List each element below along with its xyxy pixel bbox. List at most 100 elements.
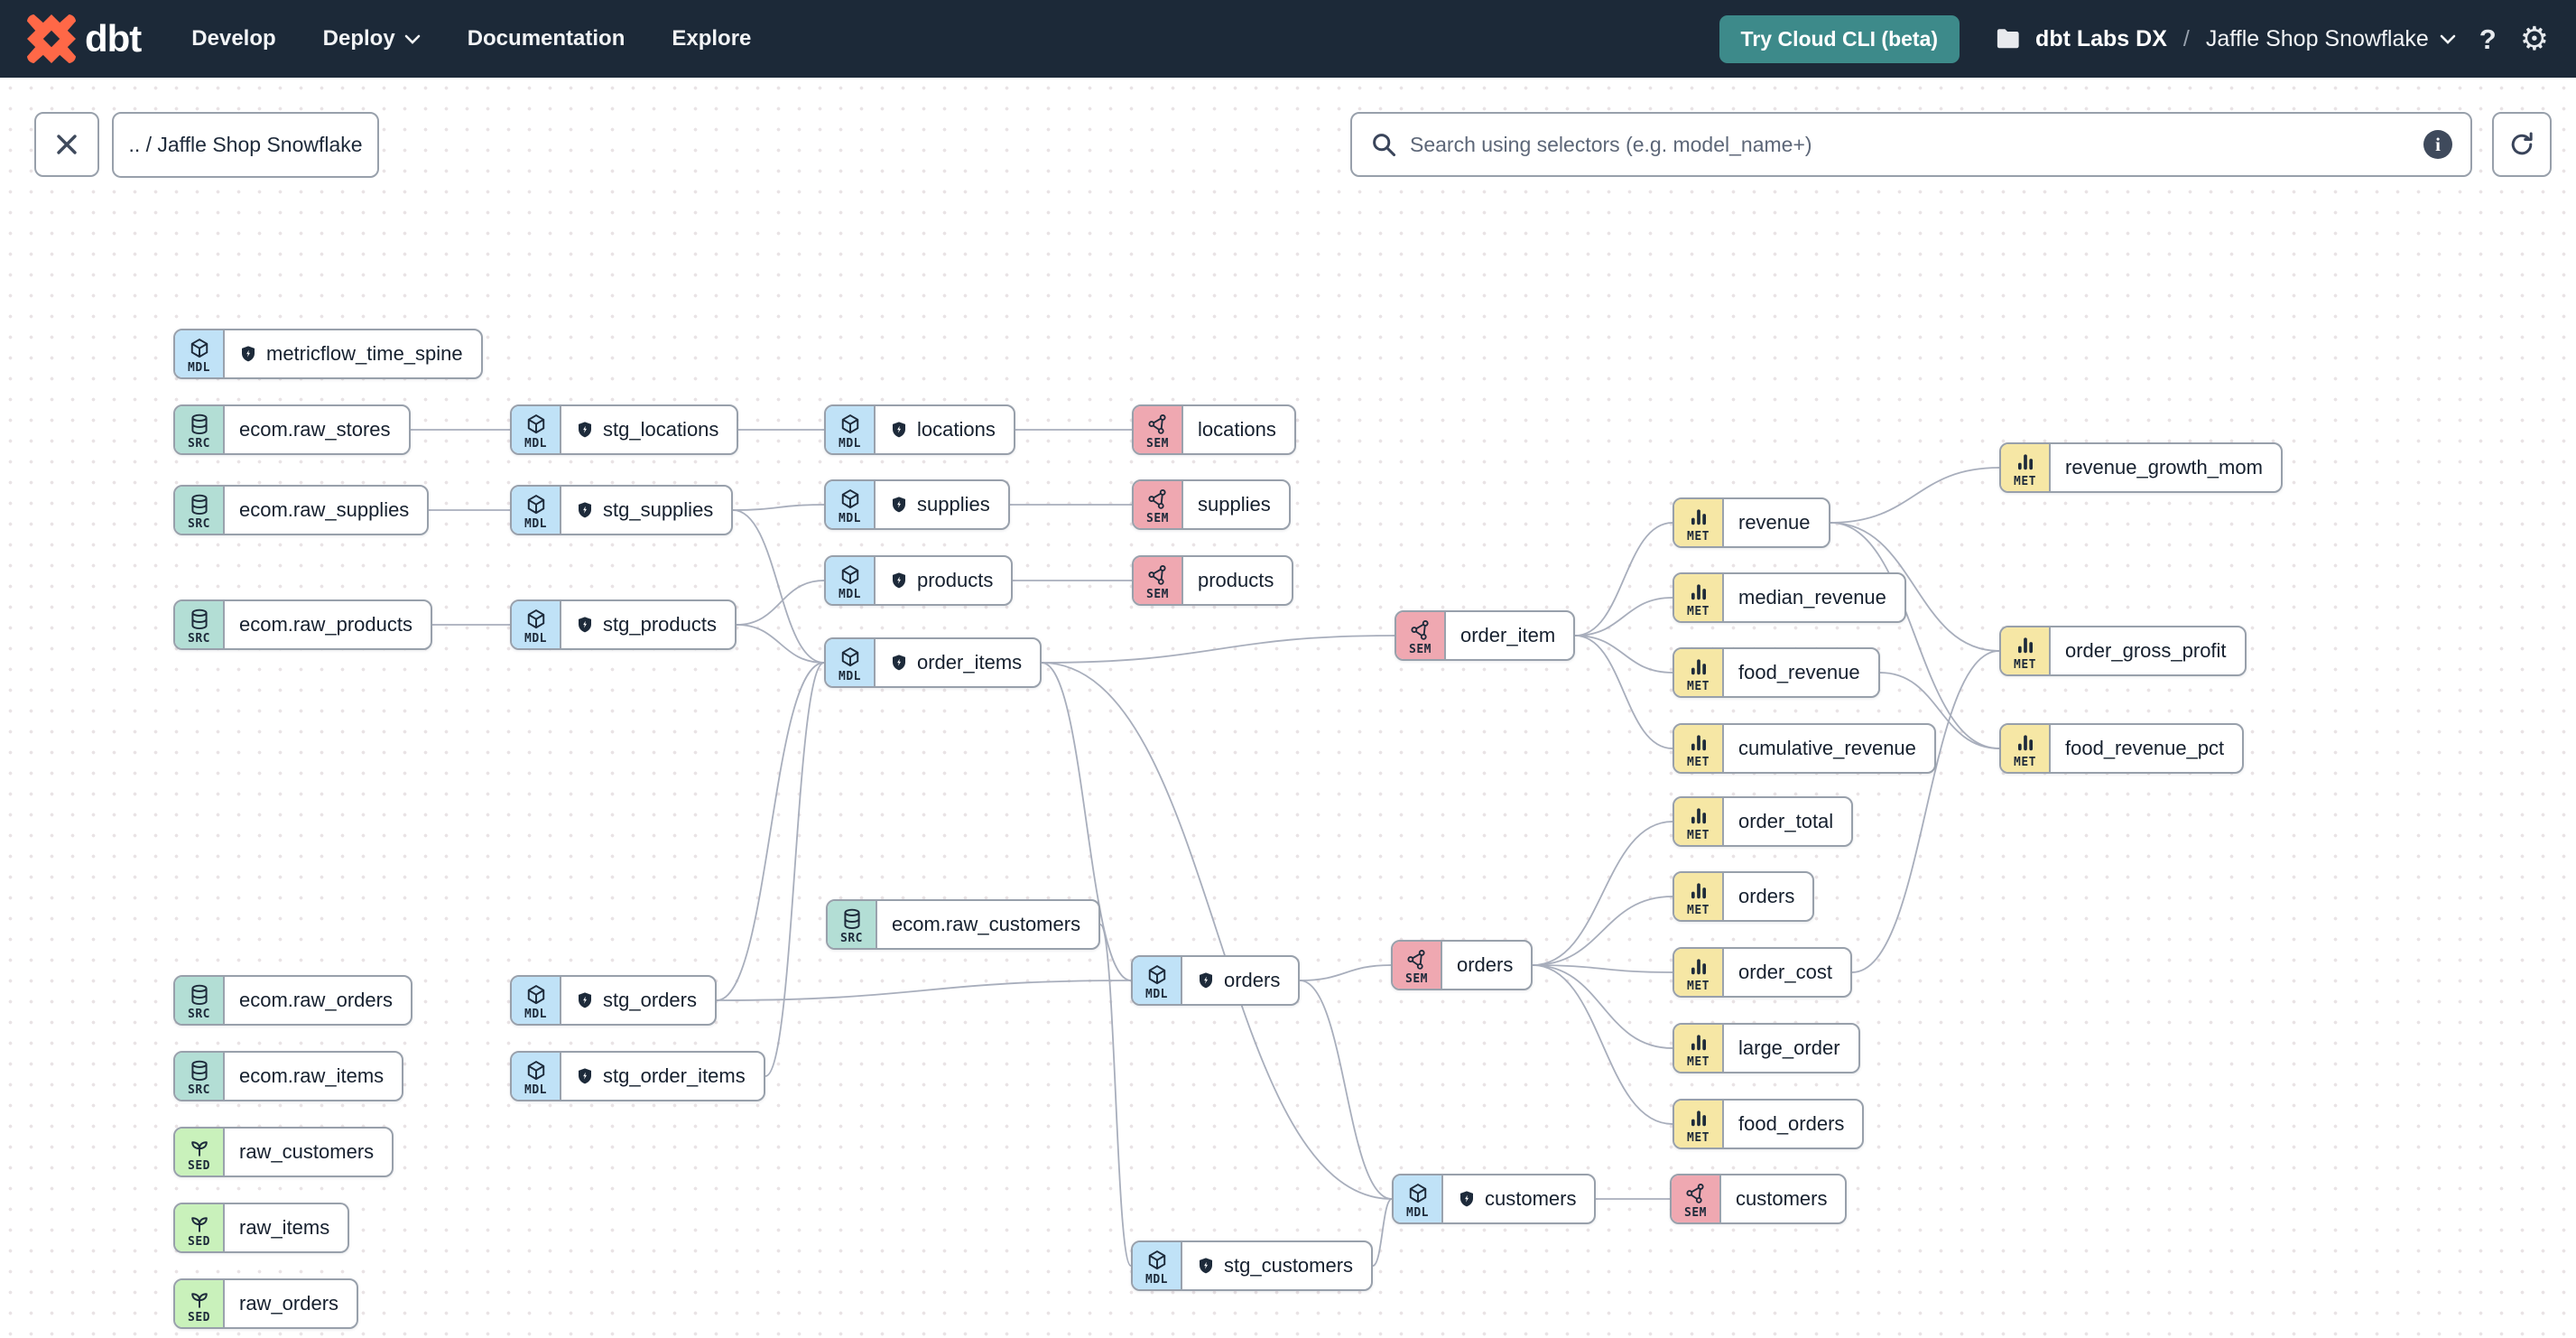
node-type-label: SRC — [188, 1082, 210, 1097]
bar-chart-icon — [1691, 508, 1706, 525]
node-median_revenue-met[interactable]: MET median_revenue — [1673, 572, 1906, 623]
node-raw_orders-sed[interactable]: SED raw_orders — [173, 1278, 359, 1329]
node-body: stg_order_items — [561, 1053, 764, 1100]
shield-icon — [242, 346, 255, 362]
node-body: orders — [1724, 873, 1812, 920]
nav-documentation[interactable]: Documentation — [468, 26, 625, 51]
node-raw_items-sed[interactable]: SED raw_items — [173, 1203, 350, 1253]
node-food_revenue_pct-met[interactable]: MET food_revenue_pct — [1999, 723, 2245, 774]
search-input[interactable] — [1410, 132, 2411, 157]
project-selector[interactable]: Jaffle Shop Snowflake — [2206, 26, 2456, 52]
node-stg_order_items-mdl[interactable]: MDL stg_order_items — [510, 1051, 765, 1101]
lineage-canvas[interactable]: MDL metricflow_time_spine SRC ecom.raw_stor… — [0, 78, 2576, 1338]
node-label: order_cost — [1738, 961, 1832, 983]
node-type-label: MDL — [188, 360, 210, 375]
node-type-label: MET — [1687, 828, 1710, 842]
database-icon — [190, 413, 208, 434]
node-type-label: SED — [188, 1158, 210, 1173]
node-revenue-met[interactable]: MET revenue — [1673, 497, 1830, 548]
account-name[interactable]: dbt Labs DX — [2035, 26, 2167, 52]
node-body: order_cost — [1724, 949, 1850, 996]
node-label: large_order — [1738, 1036, 1840, 1059]
close-button[interactable] — [34, 112, 99, 177]
node-cumulative_revenue-met[interactable]: MET cumulative_revenue — [1673, 723, 1936, 774]
circular-arrow-icon — [2511, 132, 2533, 155]
node-locations-mdl[interactable]: MDL locations — [824, 404, 1015, 455]
node-label: order_gross_profit — [2065, 639, 2227, 662]
node-type-label: MET — [2014, 657, 2036, 672]
node-type-badge: MET — [1674, 574, 1724, 621]
node-order_cost-met[interactable]: MET order_cost — [1673, 947, 1852, 998]
node-food_orders-met[interactable]: MET food_orders — [1673, 1099, 1865, 1149]
node-orders-mdl[interactable]: MDL orders — [1131, 955, 1301, 1006]
nav-develop[interactable]: Develop — [191, 26, 275, 51]
node-type-label: MDL — [524, 436, 547, 451]
node-body: stg_customers — [1182, 1242, 1371, 1289]
node-type-badge: MDL — [512, 1053, 561, 1100]
edge-met_revenue-to-met_food_revenue_pct — [1830, 522, 2000, 749]
nav-explore[interactable]: Explore — [672, 26, 751, 51]
breadcrumb[interactable]: .. / Jaffle Shop Snowflake — [112, 112, 379, 178]
node-revenue_growth_mom-met[interactable]: MET revenue_growth_mom — [1999, 442, 2283, 493]
edge-sem_orders-to-met_orders — [1532, 896, 1673, 966]
try-cloud-cli-button[interactable]: Try Cloud CLI (beta) — [1719, 14, 1960, 63]
node-type-label: MDL — [1406, 1205, 1429, 1220]
dbt-logo[interactable]: dbt — [27, 14, 142, 63]
node-order_items-mdl[interactable]: MDL order_items — [824, 637, 1042, 688]
node-ecom.raw_supplies-src[interactable]: SRC ecom.raw_supplies — [173, 485, 430, 535]
node-locations-sem[interactable]: SEM locations — [1132, 404, 1296, 455]
node-type-badge: SED — [175, 1204, 225, 1251]
node-stg_customers-mdl[interactable]: MDL stg_customers — [1131, 1240, 1374, 1291]
refresh-button[interactable] — [2492, 112, 2552, 177]
node-type-badge: SEM — [1134, 557, 1183, 604]
node-type-badge: MDL — [1133, 957, 1182, 1004]
bar-chart-icon — [1691, 807, 1706, 823]
node-products-mdl[interactable]: MDL products — [824, 555, 1014, 606]
node-ecom.raw_orders-src[interactable]: SRC ecom.raw_orders — [173, 975, 412, 1026]
shield-icon — [576, 501, 594, 519]
node-orders-met[interactable]: MET orders — [1673, 871, 1815, 922]
node-stg_supplies-mdl[interactable]: MDL stg_supplies — [510, 485, 734, 535]
node-customers-mdl[interactable]: MDL customers — [1392, 1174, 1597, 1224]
node-supplies-mdl[interactable]: MDL supplies — [824, 479, 1010, 530]
top-nav-bar: dbt Develop Deploy Documentation Explore… — [0, 0, 2576, 78]
nav-deploy[interactable]: Deploy — [323, 26, 421, 51]
node-products-sem[interactable]: SEM products — [1132, 555, 1294, 606]
node-type-label: MET — [1687, 604, 1710, 618]
question-mark-icon[interactable]: ? — [2479, 25, 2497, 53]
node-orders-sem[interactable]: SEM orders — [1391, 940, 1534, 990]
node-label: ecom.raw_stores — [239, 418, 391, 441]
node-metricflow_time_spine-mdl[interactable]: MDL metricflow_time_spine — [173, 329, 483, 379]
node-order_item-sem[interactable]: SEM order_item — [1395, 610, 1576, 661]
node-type-badge: MET — [1674, 873, 1724, 920]
node-label: metricflow_time_spine — [266, 342, 463, 365]
node-order_total-met[interactable]: MET order_total — [1673, 796, 1854, 847]
node-supplies-sem[interactable]: SEM supplies — [1132, 479, 1291, 530]
node-customers-sem[interactable]: SEM customers — [1670, 1174, 1848, 1224]
node-type-badge: SEM — [1396, 612, 1446, 659]
node-type-badge: MDL — [1133, 1242, 1182, 1289]
network-icon — [1406, 949, 1425, 970]
gear-icon[interactable]: ⚙ — [2520, 23, 2549, 55]
bar-chart-icon — [2017, 453, 2033, 469]
node-order_gross_profit-met[interactable]: MET order_gross_profit — [1999, 626, 2247, 676]
node-ecom.raw_products-src[interactable]: SRC ecom.raw_products — [173, 599, 432, 650]
node-label: revenue_growth_mom — [2065, 456, 2263, 479]
info-circle-icon[interactable]: i — [2423, 130, 2452, 159]
sprout-icon — [190, 1140, 208, 1157]
node-large_order-met[interactable]: MET large_order — [1673, 1023, 1860, 1073]
node-body: ecom.raw_supplies — [225, 487, 427, 534]
node-label: locations — [1198, 418, 1276, 441]
node-body: revenue — [1724, 499, 1829, 546]
node-type-label: SED — [188, 1310, 210, 1324]
node-body: ecom.raw_products — [225, 601, 431, 648]
node-ecom.raw_stores-src[interactable]: SRC ecom.raw_stores — [173, 404, 411, 455]
node-stg_locations-mdl[interactable]: MDL stg_locations — [510, 404, 739, 455]
node-food_revenue-met[interactable]: MET food_revenue — [1673, 647, 1880, 698]
node-ecom.raw_items-src[interactable]: SRC ecom.raw_items — [173, 1051, 404, 1101]
node-ecom.raw_customers-src[interactable]: SRC ecom.raw_customers — [826, 899, 1101, 950]
node-stg_orders-mdl[interactable]: MDL stg_orders — [510, 975, 717, 1026]
account-breadcrumb: dbt Labs DX / Jaffle Shop Snowflake — [1996, 26, 2456, 52]
node-stg_products-mdl[interactable]: MDL stg_products — [510, 599, 737, 650]
node-raw_customers-sed[interactable]: SED raw_customers — [173, 1127, 394, 1177]
